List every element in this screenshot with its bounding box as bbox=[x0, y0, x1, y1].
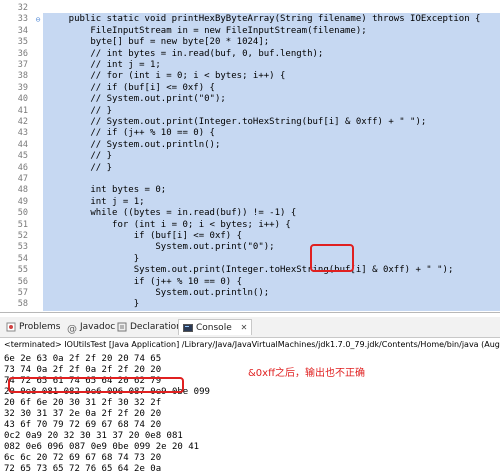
problems-icon bbox=[6, 322, 16, 332]
tab-declaration[interactable]: Declaration bbox=[117, 320, 182, 335]
tab-problems[interactable]: Problems bbox=[6, 320, 60, 335]
editor-line[interactable]: 58 } bbox=[0, 298, 500, 312]
code-editor[interactable]: 32 33 ⊖ public static void printHexByByteA… bbox=[0, 0, 500, 312]
line-number: 58 bbox=[17, 299, 28, 310]
at-icon: @ bbox=[67, 323, 77, 335]
tab-label: Console bbox=[196, 323, 232, 333]
declaration-icon bbox=[117, 322, 127, 332]
tab-label: Declaration bbox=[130, 322, 182, 332]
tab-label: Javadoc bbox=[80, 322, 116, 332]
annotation-note: &0xff之后，输出也不正确 bbox=[248, 368, 365, 379]
highlight-box-garbled-bytes bbox=[8, 377, 184, 393]
code-text: } bbox=[43, 298, 500, 312]
tab-label: Problems bbox=[19, 322, 61, 332]
views-tab-bar: Problems @ Javadoc Declaration Console ✕ bbox=[0, 317, 500, 338]
close-icon[interactable]: ✕ bbox=[241, 323, 248, 332]
console-icon bbox=[183, 323, 193, 333]
tab-javadoc[interactable]: @ Javadoc bbox=[67, 320, 115, 335]
bottom-views-panel: Problems @ Javadoc Declaration Console ✕ … bbox=[0, 312, 500, 474]
console-terminated-header: <terminated> IOUtilsTest [Java Applicati… bbox=[4, 340, 500, 349]
highlight-box-0xff bbox=[310, 244, 354, 272]
tab-console[interactable]: Console ✕ bbox=[178, 319, 253, 335]
console-output-line: 72 65 73 65 72 76 65 64 2e 0a bbox=[4, 464, 162, 474]
